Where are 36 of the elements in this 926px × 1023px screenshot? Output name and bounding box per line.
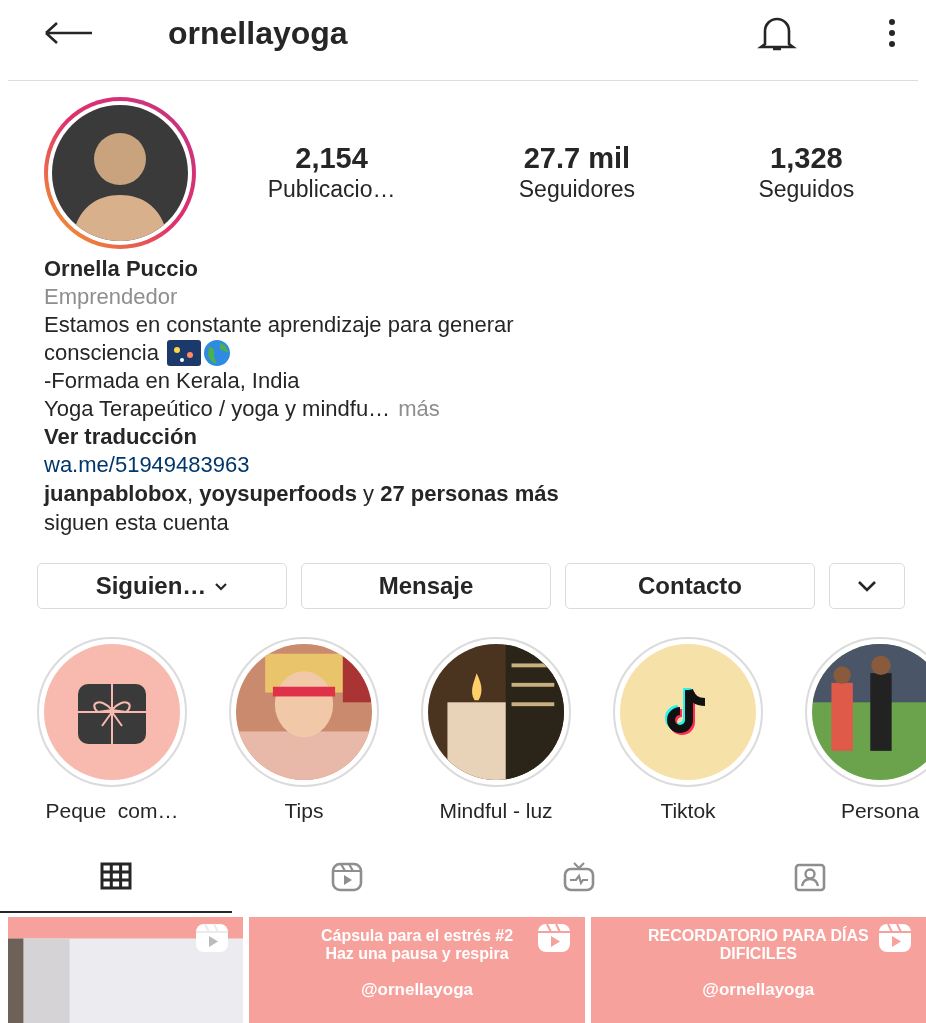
- highlight-label[interactable]: Persona: [840, 795, 920, 827]
- translate-link[interactable]: Ver traducción: [44, 423, 926, 451]
- profile-button[interactable]: Siguien…: [37, 563, 287, 609]
- stat-label: Seguidores: [518, 175, 636, 205]
- tv-icon: [561, 860, 596, 893]
- grid-icon: [98, 860, 133, 893]
- post-caption: RECORDATORIO PARA DÍAS DIFICILES: [646, 926, 870, 963]
- profile-button[interactable]: Contacto: [565, 563, 815, 609]
- highlight-label[interactable]: Mindful - luz: [439, 795, 553, 827]
- profile-name: Ornella Puccio: [44, 255, 200, 283]
- bio-line: Yoga Terapeútico / yoga y mindfu…: [44, 395, 391, 423]
- bio-line: Estamos en constante aprendizaje para generar: [44, 311, 514, 339]
- post-caption: Cápsula para el estrés #2: [319, 926, 515, 945]
- highlight-label[interactable]: Peque com…: [45, 795, 179, 827]
- more-options-icon[interactable]: [888, 18, 896, 48]
- reels-icon: [330, 860, 365, 893]
- bio-line: -Formada en Kerala, India: [44, 367, 300, 395]
- stat-count: 27.7 mil: [522, 140, 632, 176]
- bio-line: consciencia: [44, 339, 159, 367]
- website-link[interactable]: wa.me/51949483963: [44, 451, 926, 479]
- stat-count: 1,328: [769, 140, 844, 176]
- globe-icon: [202, 339, 231, 367]
- highlight-label[interactable]: Tiktok: [660, 795, 716, 827]
- highlight-label[interactable]: Tips: [284, 795, 324, 827]
- post-caption: Haz una pausa y respira: [324, 944, 510, 963]
- username-title: ornellayoga: [168, 14, 349, 53]
- stat-label: Seguidos: [758, 175, 855, 205]
- profile-button[interactable]: Mensaje: [301, 563, 551, 609]
- post-handle: @ornellayoga: [360, 980, 474, 999]
- post-handle: @ornellayoga: [701, 980, 816, 999]
- stat-label: Publicacio…: [267, 175, 396, 205]
- back-arrow-icon[interactable]: [44, 21, 94, 45]
- stat-count: 2,154: [294, 140, 369, 176]
- followed-by-text: juanpablobox, yoysuperfoods y 27 personas más siguen esta cuenta: [44, 480, 560, 537]
- profile-category: Emprendedor: [44, 283, 179, 311]
- person-silhouette-icon: [52, 105, 188, 241]
